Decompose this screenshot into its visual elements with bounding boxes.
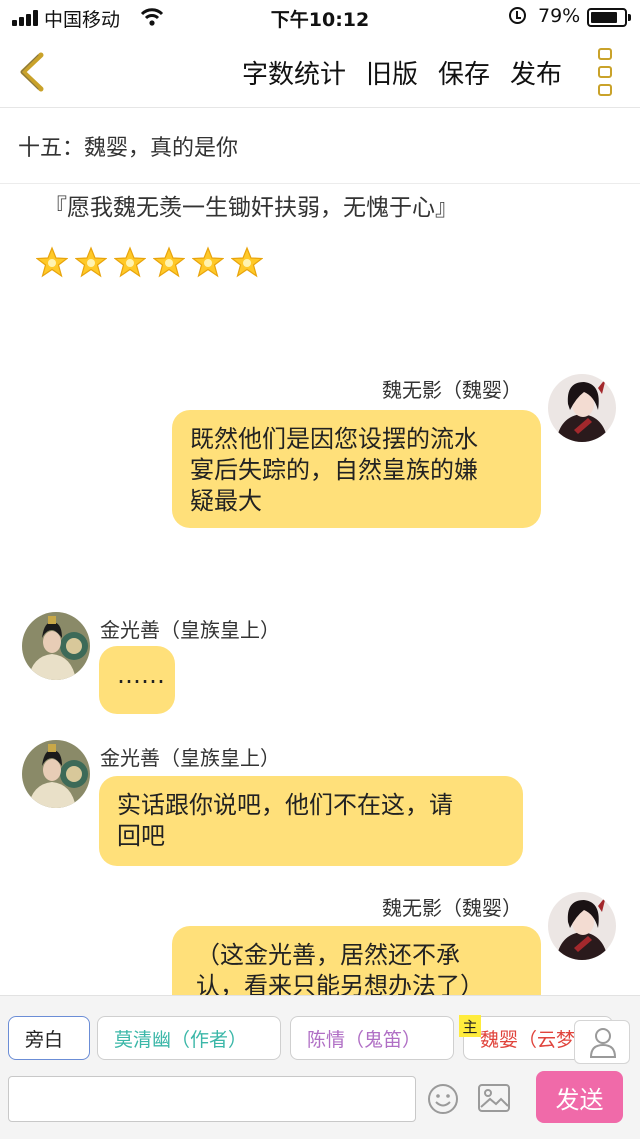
role-label: 陈情（鬼笛） [307, 1028, 422, 1051]
star-icon [75, 246, 107, 278]
role-label: 旁白 [25, 1028, 64, 1051]
top-nav: 字数统计 旧版 保存 发布 [0, 36, 640, 108]
message-input[interactable] [8, 1076, 416, 1122]
speaker-name: 金光善（皇族皇上） [100, 746, 280, 770]
alarm-icon [509, 7, 526, 24]
more-menu-icon[interactable] [598, 48, 614, 96]
message-bubble[interactable]: …… [99, 646, 175, 714]
speaker-name: 魏无影（魏婴） [382, 378, 522, 402]
avatar-jin-guangshan[interactable] [22, 740, 90, 808]
character-manager-button[interactable] [574, 1020, 630, 1064]
star-icon [231, 246, 263, 278]
message-bubble[interactable]: 实话跟你说吧，他们不在这，请 回吧 [99, 776, 523, 866]
role-chen-qing[interactable]: 陈情（鬼笛） [290, 1016, 454, 1060]
message-bubble[interactable]: （这金光善，居然还不承 认，看来只能另想办法了） [172, 926, 541, 995]
publish-button[interactable]: 发布 [510, 54, 562, 91]
avatar-wei-wuying[interactable] [548, 892, 616, 960]
message-line: 疑最大 [190, 487, 262, 515]
star-icon [153, 246, 185, 278]
chat-area[interactable]: 『愿我魏无羡一生锄奸扶弱，无愧于心』 魏无影（魏婴） 既然他们是因您设摆的流水 … [0, 184, 640, 995]
message-line: 实话跟你说吧，他们不在这，请 [117, 791, 453, 819]
person-icon [589, 1028, 617, 1058]
role-selector: 旁白 莫清幽（作者） 陈情（鬼笛） 魏婴（云梦） [0, 1016, 640, 1062]
word-count-button[interactable]: 字数统计 [242, 54, 346, 91]
speaker-name: 魏无影（魏婴） [382, 896, 522, 920]
back-icon[interactable] [14, 50, 50, 94]
message-line: （这金光善，居然还不承 [196, 941, 460, 969]
star-row [36, 246, 263, 278]
narration-quote: 『愿我魏无羡一生锄奸扶弱，无愧于心』 [44, 195, 458, 221]
status-bar: 中国移动 下午10:12 79% [0, 0, 640, 36]
nav-actions: 字数统计 旧版 保存 发布 [242, 54, 562, 91]
avatar-wei-wuying[interactable] [548, 374, 616, 442]
old-version-button[interactable]: 旧版 [366, 54, 418, 91]
role-label: 莫清幽（作者） [114, 1028, 248, 1051]
message-line: 认，看来只能另想办法了） [196, 972, 484, 995]
star-icon [36, 246, 68, 278]
save-button[interactable]: 保存 [438, 54, 490, 91]
battery-percent: 79% [538, 5, 581, 27]
star-icon [192, 246, 224, 278]
speaker-name: 金光善（皇族皇上） [100, 618, 280, 642]
message-bubble[interactable]: 既然他们是因您设摆的流水 宴后失踪的，自然皇族的嫌 疑最大 [172, 410, 541, 528]
avatar-jin-guangshan[interactable] [22, 612, 90, 680]
chapter-title[interactable]: 十五：魏婴，真的是你 [0, 108, 640, 184]
message-line: 回吧 [117, 822, 165, 850]
role-narration[interactable]: 旁白 [8, 1016, 90, 1060]
message-line: …… [117, 661, 165, 689]
send-button[interactable]: 发送 [536, 1071, 623, 1123]
emoji-icon[interactable] [427, 1083, 459, 1115]
role-mo-qingyou[interactable]: 莫清幽（作者） [97, 1016, 281, 1060]
bottom-toolbar: 旁白 莫清幽（作者） 陈情（鬼笛） 魏婴（云梦） 主 发送 [0, 995, 640, 1139]
battery-icon [587, 8, 631, 27]
message-line: 宴后失踪的，自然皇族的嫌 [190, 456, 478, 484]
main-character-badge: 主 [459, 1015, 481, 1037]
star-icon [114, 246, 146, 278]
image-icon[interactable] [477, 1082, 511, 1114]
message-line: 既然他们是因您设摆的流水 [190, 425, 478, 453]
